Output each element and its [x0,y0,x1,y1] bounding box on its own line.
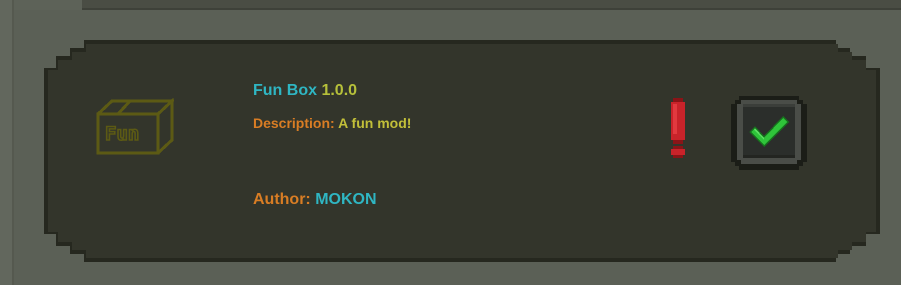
author-label: Author: [253,191,311,208]
mod-box-label: Fun [105,123,139,145]
description-text: A fun mod! [338,115,412,131]
description-label: Description: [253,115,335,131]
mod-description: Description: A fun mod! [253,114,411,132]
mod-name: Fun Box [253,82,317,99]
enable-mod-checkbox[interactable] [731,96,807,170]
mod-title: Fun Box 1.0.0 [253,81,357,101]
previous-card-edge [82,0,901,10]
author-name: MOKON [315,191,377,208]
mod-version: 1.0.0 [321,82,358,99]
mod-author: Author: MOKON [253,190,377,210]
exclamation-icon[interactable] [669,98,687,158]
background-left-strip [0,0,14,285]
mod-box-icon: Fun [96,97,176,156]
